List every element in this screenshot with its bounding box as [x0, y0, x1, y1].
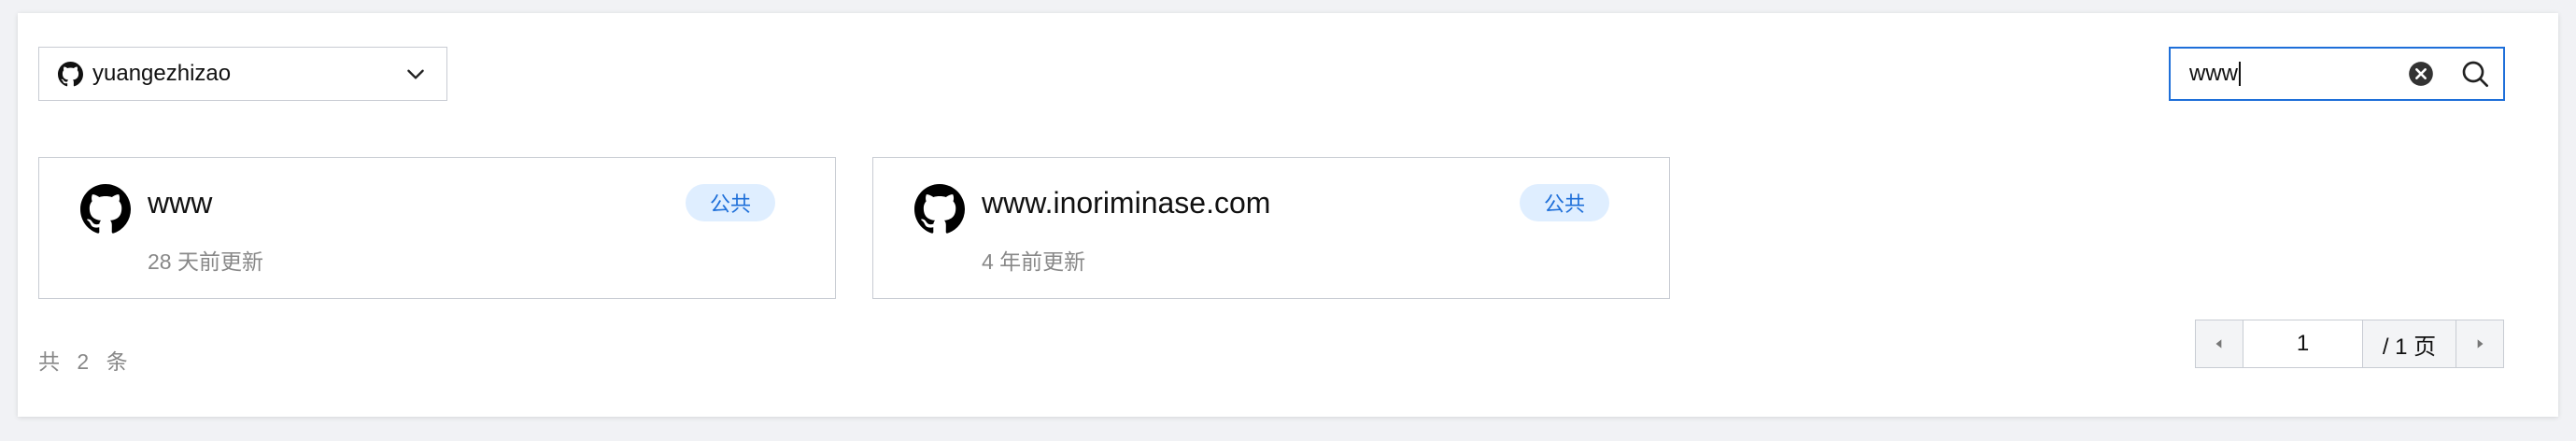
github-icon	[914, 184, 965, 235]
visibility-badge: 公共	[1520, 184, 1609, 221]
repo-name: www	[148, 186, 213, 220]
repo-name: www.inoriminase.com	[982, 186, 1271, 220]
chevron-down-icon	[403, 62, 428, 86]
page-total-label: / 1 页	[2363, 320, 2456, 367]
github-icon	[80, 184, 131, 235]
search-box[interactable]: www	[2169, 47, 2505, 101]
search-icon[interactable]	[2460, 59, 2490, 89]
repo-updated: 28 天前更新	[148, 249, 263, 274]
caret-left-icon	[2215, 339, 2222, 349]
search-input[interactable]: www	[2189, 61, 2408, 87]
text-caret	[2239, 62, 2241, 86]
repo-updated: 4 年前更新	[982, 249, 1086, 274]
next-page-button[interactable]	[2456, 320, 2503, 367]
github-icon	[58, 61, 83, 87]
pagination: / 1 页	[2195, 320, 2504, 368]
account-name: yuangezhizao	[92, 61, 232, 86]
caret-right-icon	[2477, 339, 2484, 349]
prev-page-button[interactable]	[2196, 320, 2243, 367]
repo-card[interactable]: www.inoriminase.com 4 年前更新 公共	[872, 157, 1670, 299]
page-number-input[interactable]	[2243, 320, 2363, 367]
visibility-badge: 公共	[686, 184, 775, 221]
account-select[interactable]: yuangezhizao	[38, 47, 447, 101]
repo-card[interactable]: www 28 天前更新 公共	[38, 157, 836, 299]
search-input-value: www	[2189, 61, 2238, 86]
total-count: 共 2 条	[38, 349, 134, 374]
clear-circle-icon[interactable]	[2408, 61, 2434, 87]
